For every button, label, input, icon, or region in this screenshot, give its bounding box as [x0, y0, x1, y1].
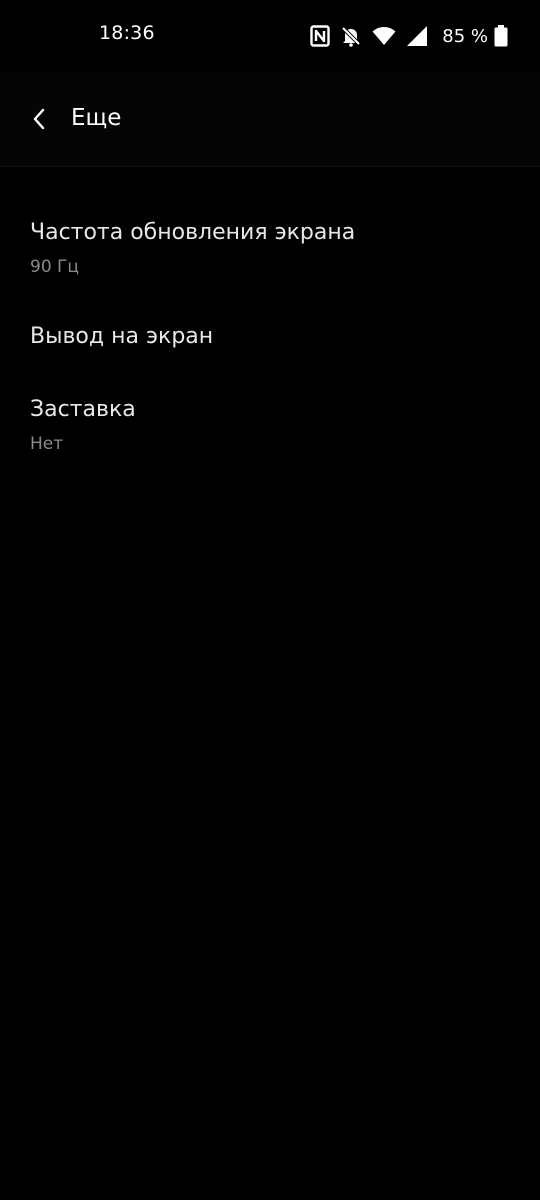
setting-refresh-rate[interactable]: Частота обновления экрана 90 Гц [0, 219, 540, 309]
battery-percent: 85 % [442, 25, 488, 47]
setting-title: Частота обновления экрана [30, 220, 356, 245]
status-icons: 85 % [300, 24, 508, 48]
battery-icon [494, 25, 508, 47]
setting-summary: 90 Гц [30, 257, 79, 277]
chevron-left-icon [33, 108, 45, 130]
page-title: Еще [71, 105, 122, 131]
status-time: 18:36 [99, 22, 155, 44]
signal-icon [407, 26, 428, 46]
setting-title: Заставка [30, 397, 136, 422]
setting-title: Вывод на экран [30, 324, 214, 349]
setting-screensaver[interactable]: Заставка Нет [0, 396, 540, 486]
status-bar: 18:36 85 % [0, 0, 540, 72]
nfc-icon [310, 25, 330, 47]
bell-off-icon [341, 26, 361, 47]
back-button[interactable] [22, 102, 56, 136]
setting-cast-screen[interactable]: Вывод на экран [0, 323, 540, 383]
setting-summary: Нет [30, 434, 64, 454]
wifi-icon [372, 27, 396, 45]
app-bar: Еще [0, 72, 540, 167]
